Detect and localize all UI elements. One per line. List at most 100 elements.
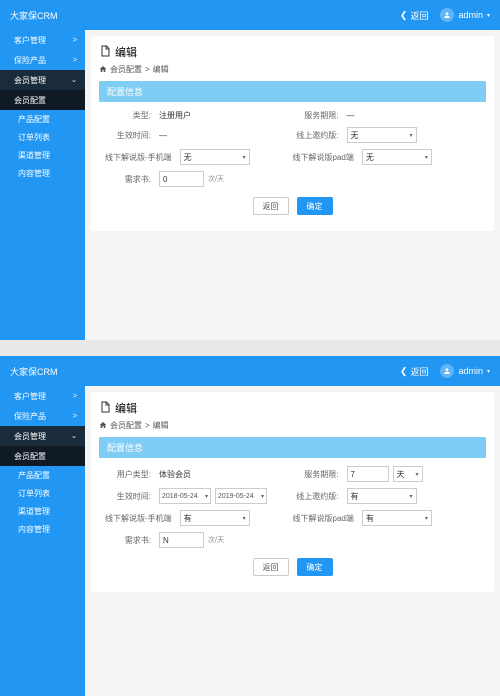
- back-label: 返回: [410, 9, 428, 22]
- sidebar-item-product-config[interactable]: 产品配置: [0, 110, 85, 128]
- label-eff-time: 生效时间:: [105, 491, 155, 502]
- home-icon: [99, 421, 107, 431]
- value-service-period: —: [347, 111, 355, 120]
- body: 客户管理> 保险产品> 会员管理⌄ 会员配置 产品配置 订单列表 渠道管理 内容…: [0, 386, 500, 696]
- main: 编辑 会员配置 > 编辑 配置信息 用户类型:体验会员 服务期限:天 生效时间:…: [85, 386, 500, 696]
- sidebar-item-customer[interactable]: 客户管理>: [0, 386, 85, 406]
- page-title: 编辑: [99, 400, 486, 416]
- crumb-1[interactable]: 会员配置: [110, 420, 142, 431]
- select-offline-mobile[interactable]: 无: [180, 149, 250, 165]
- app-title: 大家保CRM: [10, 9, 400, 22]
- select-period-unit[interactable]: 天: [393, 466, 423, 482]
- body: 客户管理> 保险产品> 会员管理⌄ 会员配置 产品配置 订单列表 渠道管理 内容…: [0, 30, 500, 340]
- screen-2: 大家保CRM ❮ 返回 admin ▾ 客户管理> 保险产品> 会员管理⌄ 会员…: [0, 356, 500, 696]
- back-icon: ❮: [400, 10, 408, 21]
- sidebar-item-member[interactable]: 会员管理⌄: [0, 70, 85, 90]
- sidebar-item-channel[interactable]: 渠道管理: [0, 502, 85, 520]
- sidebar-item-insurance[interactable]: 保险产品>: [0, 406, 85, 426]
- select-online-invite[interactable]: 有: [347, 488, 417, 504]
- chevron-down-icon: ⌄: [71, 432, 77, 440]
- sidebar-item-member-config[interactable]: 会员配置: [0, 90, 85, 110]
- select-online-invite[interactable]: 无: [347, 127, 417, 143]
- user-name: admin: [458, 366, 483, 376]
- breadcrumb: 会员配置 > 编辑: [99, 64, 486, 75]
- back-link[interactable]: ❮ 返回: [400, 9, 429, 22]
- section-header: 配置信息: [99, 81, 486, 102]
- sidebar-item-insurance[interactable]: 保险产品>: [0, 50, 85, 70]
- chevron-right-icon: >: [73, 393, 77, 400]
- input-service-period[interactable]: [347, 466, 389, 482]
- sidebar-item-product-config[interactable]: 产品配置: [0, 466, 85, 484]
- sidebar-item-content[interactable]: 内容管理: [0, 520, 85, 538]
- app-title: 大家保CRM: [10, 365, 400, 378]
- back-icon: ❮: [400, 366, 408, 377]
- sidebar-item-channel[interactable]: 渠道管理: [0, 146, 85, 164]
- header: 大家保CRM ❮ 返回 admin ▾: [0, 0, 500, 30]
- back-button[interactable]: 返回: [253, 197, 289, 215]
- back-label: 返回: [410, 365, 428, 378]
- back-button[interactable]: 返回: [253, 558, 289, 576]
- divider: [0, 340, 500, 356]
- section-header: 配置信息: [99, 437, 486, 458]
- label-demand: 需求书:: [105, 535, 155, 546]
- value-eff-time: —: [159, 131, 167, 140]
- date-to[interactable]: 2019-05-24: [215, 488, 267, 504]
- avatar-icon: [440, 8, 454, 22]
- label-online-invite: 线上邀约版:: [293, 130, 343, 141]
- label-offline-mobile: 线下解说版-手机端: [105, 513, 176, 524]
- confirm-button[interactable]: 确定: [297, 197, 333, 215]
- label-offline-pad: 线下解说版pad端: [293, 513, 358, 524]
- label-type: 类型:: [105, 110, 155, 121]
- sidebar-item-member[interactable]: 会员管理⌄: [0, 426, 85, 446]
- chevron-down-icon: ▾: [487, 368, 490, 375]
- label-service-period: 服务期限:: [293, 110, 343, 121]
- value-user-type: 体验会员: [159, 469, 191, 480]
- chevron-right-icon: >: [73, 413, 77, 420]
- user-menu[interactable]: admin ▾: [440, 364, 490, 378]
- label-user-type: 用户类型:: [105, 469, 155, 480]
- select-offline-pad[interactable]: 有: [362, 510, 432, 526]
- crumb-1[interactable]: 会员配置: [110, 64, 142, 75]
- crumb-2: 编辑: [153, 64, 169, 75]
- sidebar-item-customer[interactable]: 客户管理>: [0, 30, 85, 50]
- header: 大家保CRM ❮ 返回 admin ▾: [0, 356, 500, 386]
- select-offline-mobile[interactable]: 有: [180, 510, 250, 526]
- home-icon: [99, 65, 107, 75]
- sidebar-item-content[interactable]: 内容管理: [0, 164, 85, 182]
- sidebar-item-member-config[interactable]: 会员配置: [0, 446, 85, 466]
- screen-1: 大家保CRM ❮ 返回 admin ▾ 客户管理> 保险产品> 会员管理⌄ 会员…: [0, 0, 500, 340]
- document-icon: [99, 401, 111, 416]
- form: 用户类型:体验会员 服务期限:天 生效时间:2018-05-242019-05-…: [99, 458, 486, 584]
- sidebar: 客户管理> 保险产品> 会员管理⌄ 会员配置 产品配置 订单列表 渠道管理 内容…: [0, 30, 85, 340]
- unit-demand: 次/天: [208, 174, 224, 184]
- unit-demand: 次/天: [208, 535, 224, 545]
- label-offline-mobile: 线下解说版-手机端: [105, 152, 176, 163]
- crumb-2: 编辑: [153, 420, 169, 431]
- input-demand[interactable]: [159, 171, 204, 187]
- chevron-right-icon: >: [73, 57, 77, 64]
- input-demand[interactable]: [159, 532, 204, 548]
- document-icon: [99, 45, 111, 60]
- chevron-down-icon: ▾: [487, 12, 490, 19]
- chevron-down-icon: ⌄: [71, 76, 77, 84]
- value-type: 注册用户: [159, 110, 191, 121]
- user-menu[interactable]: admin ▾: [440, 8, 490, 22]
- date-from[interactable]: 2018-05-24: [159, 488, 211, 504]
- sidebar-item-orders[interactable]: 订单列表: [0, 484, 85, 502]
- chevron-right-icon: >: [73, 37, 77, 44]
- label-demand: 需求书:: [105, 174, 155, 185]
- label-eff-time: 生效时间:: [105, 130, 155, 141]
- user-name: admin: [458, 10, 483, 20]
- select-offline-pad[interactable]: 无: [362, 149, 432, 165]
- sidebar-item-orders[interactable]: 订单列表: [0, 128, 85, 146]
- edit-panel: 编辑 会员配置 > 编辑 配置信息 类型: 注册用户 服务期限: — 生效时间: —: [91, 36, 494, 231]
- avatar-icon: [440, 364, 454, 378]
- page-title: 编辑: [99, 44, 486, 60]
- confirm-button[interactable]: 确定: [297, 558, 333, 576]
- breadcrumb: 会员配置 > 编辑: [99, 420, 486, 431]
- label-offline-pad: 线下解说版pad端: [293, 152, 358, 163]
- label-online-invite: 线上邀约版:: [293, 491, 343, 502]
- back-link[interactable]: ❮ 返回: [400, 365, 429, 378]
- form: 类型:注册用户 服务期限:— 生效时间:— 线上邀约版:无 线下解说版-手机端无…: [99, 102, 486, 223]
- edit-panel: 编辑 会员配置 > 编辑 配置信息 用户类型:体验会员 服务期限:天 生效时间:…: [91, 392, 494, 592]
